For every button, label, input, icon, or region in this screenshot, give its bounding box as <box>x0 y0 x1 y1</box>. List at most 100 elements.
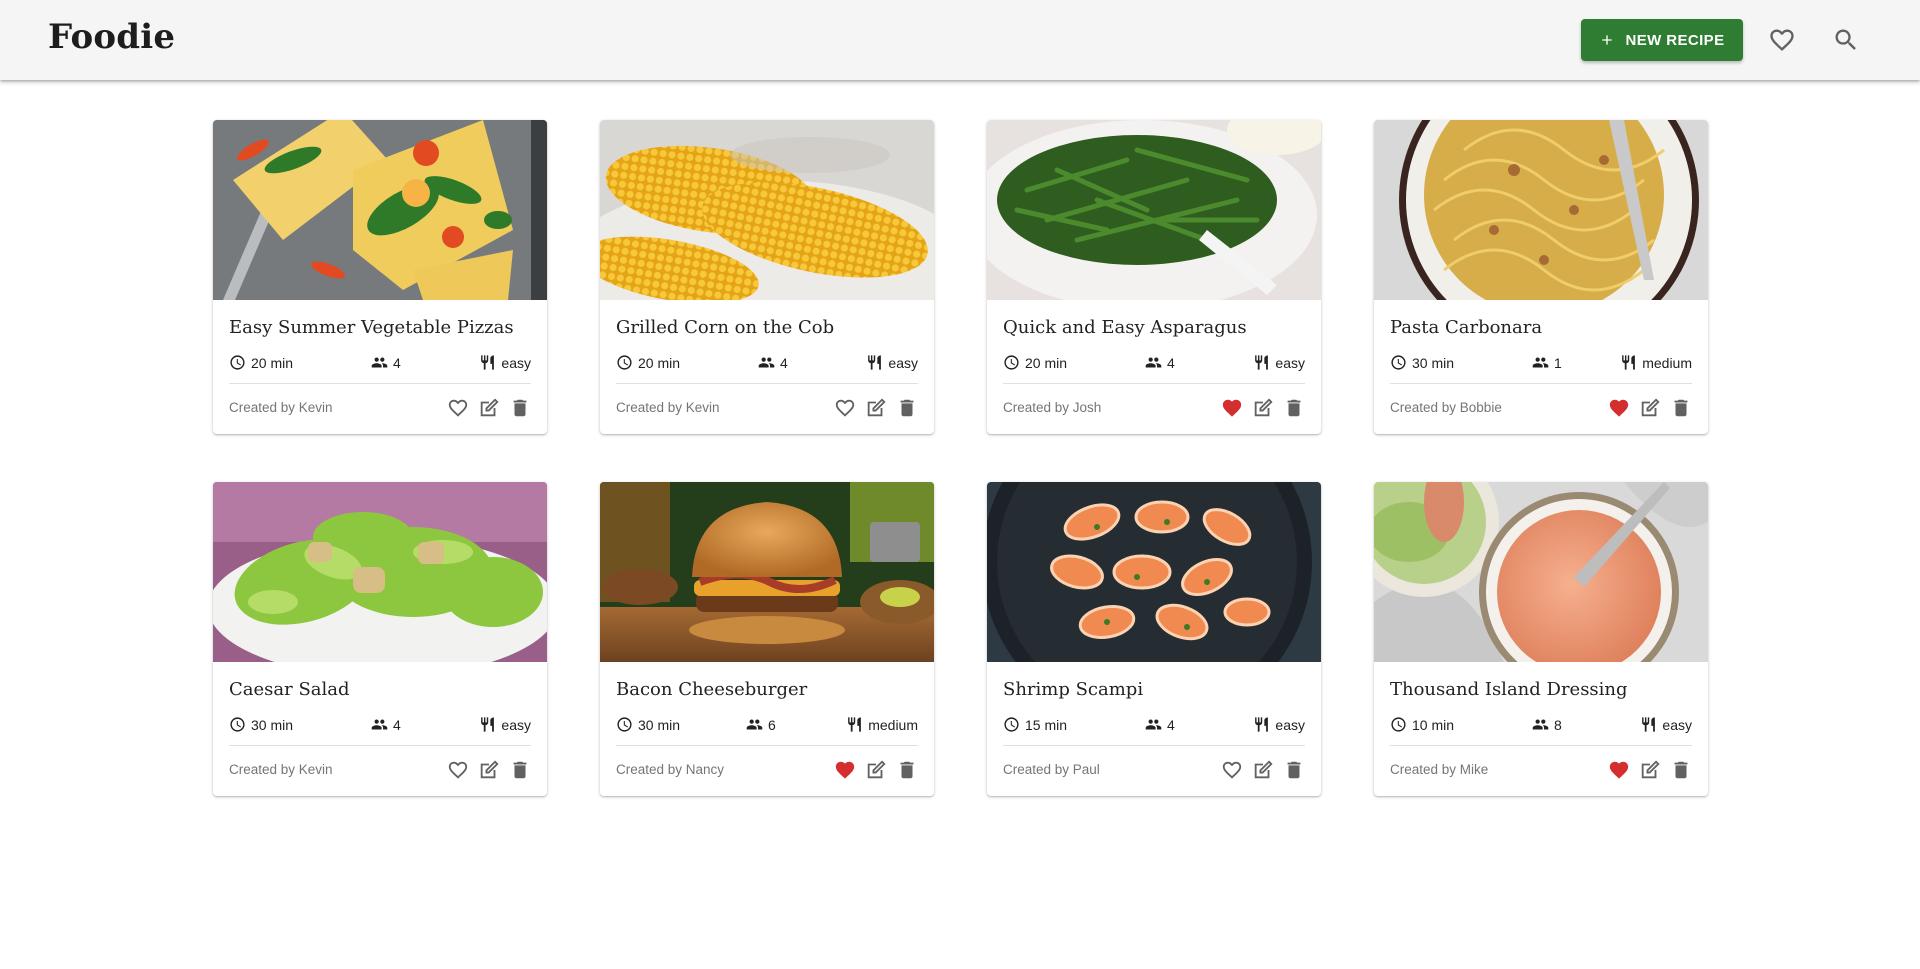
time-value: 20 min <box>1025 354 1068 371</box>
divider <box>229 745 531 746</box>
edit-button[interactable] <box>478 759 500 781</box>
recipe-card[interactable]: Bacon Cheeseburger 30 min 6 medium Creat… <box>600 482 934 796</box>
recipe-card[interactable]: Easy Summer Vegetable Pizzas 20 min 4 ea… <box>213 120 547 434</box>
recipe-title[interactable]: Bacon Cheeseburger <box>616 679 807 700</box>
favorite-button[interactable] <box>834 759 856 781</box>
difficulty: easy <box>1253 716 1305 733</box>
recipe-card[interactable]: Caesar Salad 30 min 4 easy Created by Ke… <box>213 482 547 796</box>
favorite-button[interactable] <box>834 397 856 419</box>
recipe-image[interactable] <box>987 120 1321 300</box>
recipe-image[interactable] <box>1374 482 1708 662</box>
recipe-image[interactable] <box>1374 120 1708 300</box>
utensils-icon <box>1255 355 1269 370</box>
favorite-button[interactable] <box>447 759 469 781</box>
recipe-image[interactable] <box>213 120 547 300</box>
recipe-title[interactable]: Thousand Island Dressing <box>1390 679 1628 700</box>
servings-value: 6 <box>768 716 776 733</box>
edit-icon <box>1254 398 1273 417</box>
difficulty: medium <box>846 716 918 733</box>
clock-icon <box>1391 717 1406 732</box>
delete-button[interactable] <box>1670 397 1692 419</box>
edit-button[interactable] <box>865 397 887 419</box>
created-by: Created by Kevin <box>616 400 720 415</box>
delete-button[interactable] <box>1670 759 1692 781</box>
recipe-title[interactable]: Quick and Easy Asparagus <box>1003 317 1247 338</box>
people-icon <box>371 357 388 368</box>
time-value: 30 min <box>638 716 681 733</box>
card-actions <box>1608 759 1692 781</box>
trash-icon <box>513 399 527 417</box>
edit-button[interactable] <box>1639 759 1661 781</box>
servings: 4 <box>1145 354 1175 371</box>
card-actions <box>447 397 531 419</box>
recipe-image[interactable] <box>213 482 547 662</box>
delete-button[interactable] <box>509 759 531 781</box>
people-icon <box>1145 357 1162 368</box>
favorite-button[interactable] <box>1221 759 1243 781</box>
heart-outline-icon <box>448 761 468 779</box>
servings: 1 <box>1532 354 1562 371</box>
difficulty-value: easy <box>888 354 918 371</box>
servings: 4 <box>1145 716 1175 733</box>
delete-button[interactable] <box>509 397 531 419</box>
cook-time: 30 min <box>1390 354 1454 371</box>
recipe-title[interactable]: Easy Summer Vegetable Pizzas <box>229 317 514 338</box>
edit-button[interactable] <box>478 397 500 419</box>
servings-value: 8 <box>1554 716 1562 733</box>
recipe-card[interactable]: Pasta Carbonara 30 min 1 medium Created … <box>1374 120 1708 434</box>
delete-button[interactable] <box>896 397 918 419</box>
edit-icon <box>480 760 499 779</box>
people-icon <box>1145 719 1162 730</box>
favorites-button[interactable] <box>1766 24 1798 56</box>
recipe-title[interactable]: Pasta Carbonara <box>1390 317 1542 338</box>
recipe-card[interactable]: Grilled Corn on the Cob 20 min 4 easy Cr… <box>600 120 934 434</box>
created-by: Created by Mike <box>1390 762 1489 777</box>
people-icon <box>746 719 763 730</box>
created-by: Created by Kevin <box>229 400 333 415</box>
edit-button[interactable] <box>1252 759 1274 781</box>
servings: 4 <box>758 354 788 371</box>
servings-value: 4 <box>1167 354 1175 371</box>
difficulty: easy <box>866 354 918 371</box>
recipe-image[interactable] <box>600 482 934 662</box>
delete-button[interactable] <box>896 759 918 781</box>
recipe-card[interactable]: Quick and Easy Asparagus 20 min 4 easy C… <box>987 120 1321 434</box>
recipe-image[interactable] <box>600 120 934 300</box>
divider <box>1390 745 1692 746</box>
recipe-card[interactable]: Thousand Island Dressing 10 min 8 easy C… <box>1374 482 1708 796</box>
favorite-button[interactable] <box>1608 759 1630 781</box>
time-value: 20 min <box>638 354 681 371</box>
servings: 6 <box>746 716 776 733</box>
favorite-button[interactable] <box>1608 397 1630 419</box>
heart-outline-icon <box>1222 761 1242 779</box>
edit-button[interactable] <box>1252 397 1274 419</box>
search-button[interactable] <box>1830 24 1862 56</box>
recipe-title[interactable]: Grilled Corn on the Cob <box>616 317 834 338</box>
app-title[interactable]: Foodie <box>48 17 175 57</box>
servings-value: 4 <box>393 354 401 371</box>
difficulty: easy <box>1253 354 1305 371</box>
cook-time: 20 min <box>1003 354 1067 371</box>
recipe-title[interactable]: Caesar Salad <box>229 679 350 700</box>
difficulty-value: easy <box>1275 354 1305 371</box>
new-recipe-button[interactable]: NEW RECIPE <box>1581 19 1743 61</box>
cook-time: 30 min <box>616 716 680 733</box>
edit-button[interactable] <box>1639 397 1661 419</box>
divider <box>229 383 531 384</box>
created-by: Created by Kevin <box>229 762 333 777</box>
card-actions <box>1608 397 1692 419</box>
recipe-card[interactable]: Shrimp Scampi 15 min 4 easy Created by P… <box>987 482 1321 796</box>
difficulty-value: easy <box>1275 716 1305 733</box>
trash-icon <box>1287 399 1301 417</box>
difficulty-value: easy <box>501 716 531 733</box>
created-by: Created by Nancy <box>616 762 725 777</box>
utensils-icon <box>481 717 495 732</box>
trash-icon <box>1674 761 1688 779</box>
recipe-title[interactable]: Shrimp Scampi <box>1003 679 1143 700</box>
recipe-image[interactable] <box>987 482 1321 662</box>
delete-button[interactable] <box>1283 397 1305 419</box>
delete-button[interactable] <box>1283 759 1305 781</box>
favorite-button[interactable] <box>447 397 469 419</box>
favorite-button[interactable] <box>1221 397 1243 419</box>
edit-button[interactable] <box>865 759 887 781</box>
